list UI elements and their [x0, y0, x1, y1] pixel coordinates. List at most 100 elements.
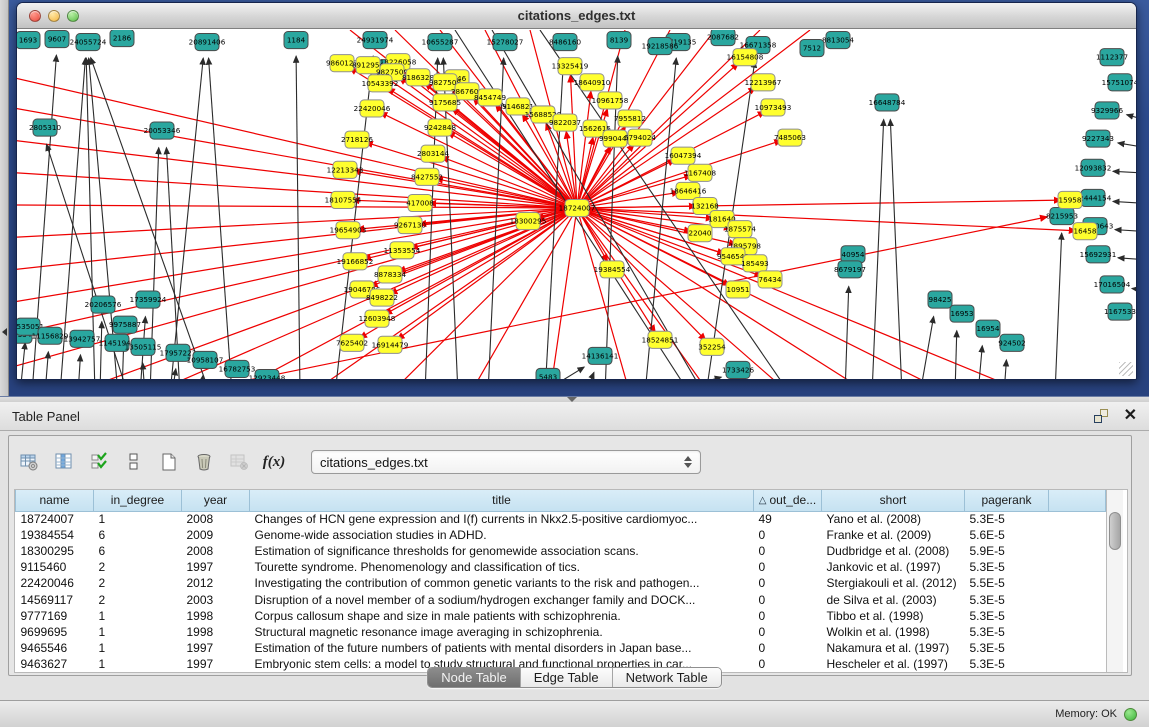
graph-node[interactable]: 1733426 [722, 361, 754, 378]
graph-node[interactable]: 98425 [928, 291, 952, 308]
table-cell[interactable]: Dudbridge et al. (2008) [822, 543, 965, 559]
column-header-in-degree[interactable]: in_degree [94, 490, 182, 511]
table-cell[interactable]: 9699695 [16, 624, 94, 640]
table-cell[interactable]: Changes of HCN gene expression and I(f) … [250, 511, 754, 527]
graph-node[interactable]: 7512 [800, 40, 824, 57]
table-cell[interactable]: 0 [754, 543, 822, 559]
graph-node[interactable]: 9975887 [109, 316, 141, 333]
table-cell[interactable]: 2 [94, 575, 182, 591]
table-cell[interactable]: 19384554 [16, 527, 94, 543]
table-cell[interactable]: 0 [754, 624, 822, 640]
graph-node[interactable]: 15692931 [1080, 246, 1117, 263]
graph-node[interactable]: 18646416 [670, 182, 707, 199]
graph-node[interactable]: 12603948 [359, 310, 396, 327]
table-cell[interactable]: Disruption of a novel member of a sodium… [250, 591, 754, 607]
graph-node[interactable]: 9242848 [424, 119, 456, 136]
graph-node[interactable]: 17016504 [1094, 276, 1131, 293]
graph-node[interactable]: 8679197 [834, 261, 866, 278]
close-window-icon[interactable] [29, 10, 41, 22]
table-cell[interactable]: Estimation of significance thresholds fo… [250, 543, 754, 559]
select-columns-button[interactable] [87, 450, 111, 474]
graph-node[interactable]: 18640910 [574, 74, 611, 91]
table-cell[interactable]: 0 [754, 608, 822, 624]
graph-node[interactable]: 7625402 [336, 334, 368, 351]
graph-node[interactable]: 9175685 [429, 94, 461, 111]
table-cell[interactable]: Tourette syndrome. Phenomenology and cla… [250, 559, 754, 575]
graph-node[interactable]: 22040 [688, 225, 712, 242]
table-cell[interactable]: Estimation of the future numbers of pati… [250, 640, 754, 656]
graph-node[interactable]: 1184 [284, 32, 308, 49]
table-cell[interactable]: 5.3E-5 [965, 591, 1049, 607]
table-cell[interactable]: de Silva et al. (2003) [822, 591, 965, 607]
table-cell[interactable]: 2008 [182, 511, 250, 527]
graph-node[interactable]: 1693 [17, 32, 40, 49]
table-row[interactable]: 1830029562008Estimation of significance … [16, 543, 1106, 559]
table-cell[interactable]: 0 [754, 575, 822, 591]
table-row[interactable]: 969969511998Structural magnetic resonanc… [16, 624, 1106, 640]
table-scrollbar-thumb[interactable] [1109, 512, 1121, 550]
table-cell[interactable]: 1997 [182, 559, 250, 575]
table-cell[interactable]: Franke et al. (2009) [822, 527, 965, 543]
table-cell[interactable]: 18300295 [16, 543, 94, 559]
graph-node[interactable]: 10655287 [422, 34, 459, 51]
column-header-title[interactable]: title [250, 490, 754, 511]
table-cell[interactable]: Tibbo et al. (1998) [822, 608, 965, 624]
graph-node[interactable]: 20891406 [189, 34, 226, 51]
graph-node[interactable]: 16458 [1073, 223, 1097, 240]
graph-node[interactable]: 8498222 [366, 289, 398, 306]
graph-node[interactable]: 13325419 [552, 58, 589, 75]
table-cell[interactable]: 5.3E-5 [965, 511, 1049, 527]
function-builder-button[interactable]: f(x) [262, 450, 286, 474]
table-cell[interactable]: 1 [94, 608, 182, 624]
graph-node[interactable]: 9607 [45, 31, 69, 48]
graph-node[interactable]: 7485063 [774, 129, 806, 146]
graph-node[interactable]: 24931974 [357, 32, 394, 49]
graph-node[interactable]: 16954 [976, 320, 1000, 337]
table-cell[interactable]: 2 [94, 559, 182, 575]
network-canvas[interactable]: 1693960724055724218620891406118424931974… [17, 30, 1136, 379]
table-cell[interactable]: 1997 [182, 640, 250, 656]
graph-node[interactable]: 16953 [950, 305, 974, 322]
graph-node[interactable]: 8813054 [822, 32, 854, 49]
table-cell[interactable]: Corpus callosum shape and size in male p… [250, 608, 754, 624]
graph-node[interactable]: 924502 [998, 334, 1025, 351]
table-selector-dropdown[interactable]: citations_edges.txt [311, 450, 701, 474]
graph-node[interactable]: 12093832 [1075, 159, 1112, 176]
table-cell[interactable]: 1 [94, 624, 182, 640]
table-cell[interactable]: 5.3E-5 [965, 624, 1049, 640]
table-cell[interactable]: 2008 [182, 543, 250, 559]
table-cell[interactable]: 0 [754, 559, 822, 575]
column-header-name[interactable]: name [16, 490, 94, 511]
table-cell[interactable]: Yano et al. (2008) [822, 511, 965, 527]
table-cell[interactable]: 2009 [182, 527, 250, 543]
tab-edge-table[interactable]: Edge Table [521, 668, 613, 687]
graph-node[interactable]: 10961758 [592, 92, 629, 109]
graph-node[interactable]: 1875574 [724, 221, 756, 238]
table-row[interactable]: 1456911722003Disruption of a novel membe… [16, 591, 1106, 607]
graph-node[interactable]: 20206576 [85, 296, 122, 313]
graph-node[interactable]: 13942757 [64, 330, 101, 347]
table-settings-button[interactable] [17, 450, 41, 474]
network-window-titlebar[interactable]: citations_edges.txt [17, 3, 1136, 29]
table-cell[interactable]: 6 [94, 527, 182, 543]
graph-node[interactable]: 2805310 [29, 119, 61, 136]
table-row[interactable]: 911546021997Tourette syndrome. Phenomeno… [16, 559, 1106, 575]
graph-node[interactable]: 9227343 [1082, 130, 1114, 147]
graph-node[interactable]: 16914479 [372, 336, 409, 353]
graph-node[interactable]: 1167533 [1104, 303, 1136, 320]
graph-node[interactable]: 5483 [536, 368, 560, 379]
window-resize-grip[interactable] [1119, 362, 1133, 376]
table-cell[interactable]: 0 [754, 640, 822, 656]
table-cell[interactable]: 1998 [182, 624, 250, 640]
graph-node[interactable]: 24055724 [70, 34, 107, 51]
graph-node[interactable]: 2087682 [707, 30, 739, 46]
table-cell[interactable]: Genome-wide association studies in ADHD. [250, 527, 754, 543]
row-height-button[interactable] [122, 450, 146, 474]
graph-node[interactable]: 14136141 [582, 347, 619, 364]
table-row[interactable]: 1938455462009Genome-wide association stu… [16, 527, 1106, 543]
column-header-short[interactable]: short [822, 490, 965, 511]
table-cell[interactable]: 5.3E-5 [965, 559, 1049, 575]
column-header-pagerank[interactable]: pagerank [965, 490, 1049, 511]
graph-node[interactable]: 16648784 [869, 94, 906, 111]
graph-node[interactable]: 9267130 [394, 217, 426, 234]
